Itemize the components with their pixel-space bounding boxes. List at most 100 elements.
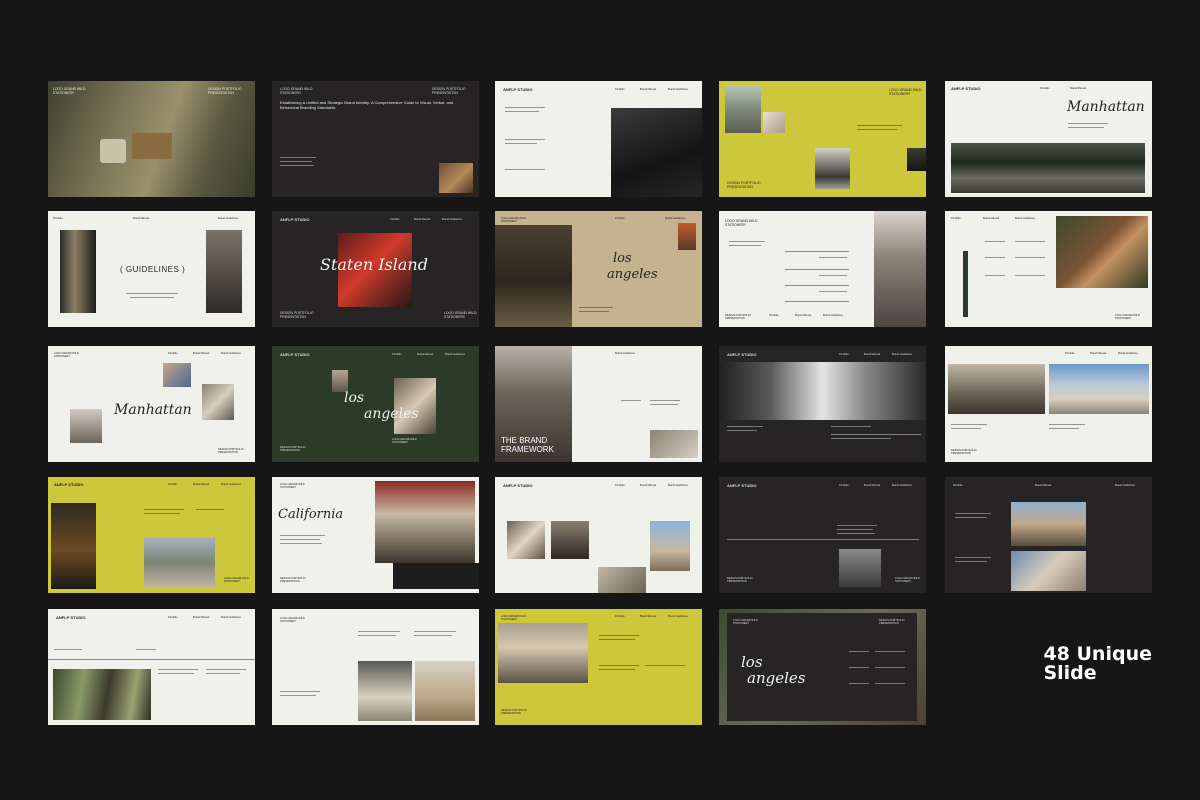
brand-top: LOGO GRAND WILD STATIONERY: [895, 577, 920, 583]
brand-top: LOGO GRAND WILD STATIONERY: [501, 217, 526, 223]
slide-22[interactable]: LOGO GRAND WILD STATIONERY: [272, 609, 479, 725]
nav-brand-guidelines[interactable]: Brand Guidelines: [221, 352, 241, 355]
nav-brand-manual[interactable]: Brand Manual: [864, 484, 880, 487]
nav-brand-manual[interactable]: Brand Manual: [193, 352, 209, 355]
slide-20[interactable]: Portfolio Brand Manual Brand Guidelines: [945, 477, 1152, 593]
food-photo: [439, 163, 473, 193]
portfolio-label: DESIGN PORTFOLIO PRESENTATION: [727, 181, 761, 189]
script-los: los: [613, 251, 632, 266]
nav-portfolio[interactable]: Portfolio: [1040, 87, 1050, 90]
slide-7[interactable]: ANFLP STUDIO Portfolio Brand Manual Bran…: [272, 211, 479, 327]
nav-portfolio[interactable]: Portfolio: [839, 353, 849, 356]
slide-5[interactable]: ANFLP STUDIO Portfolio Brand Manual Manh…: [945, 81, 1152, 197]
person-photo: [907, 148, 926, 171]
nav-brand-manual[interactable]: Brand Manual: [133, 217, 149, 220]
nav-brand-manual[interactable]: Brand Manual: [414, 218, 430, 221]
nav-portfolio[interactable]: Portfolio: [392, 353, 402, 356]
brand-top: LOGO GRAND WILD STATIONERY: [1115, 314, 1140, 320]
nav-portfolio[interactable]: Portfolio: [1065, 352, 1075, 355]
nav-brand-guidelines[interactable]: Brand Guidelines: [221, 616, 241, 619]
slide-16[interactable]: ANFLP STUDIO Portfolio Brand Manual Bran…: [48, 477, 255, 593]
slide-24[interactable]: LOGO GRAND WILD STATIONERY DESIGN PORTFO…: [719, 609, 926, 725]
building-photo: [70, 409, 102, 443]
nav-brand-manual[interactable]: Brand Manual: [864, 353, 880, 356]
nav-brand-guidelines[interactable]: Brand Guidelines: [892, 484, 912, 487]
nav-brand-manual[interactable]: Brand Manual: [640, 88, 656, 91]
fountain-photo: [375, 481, 475, 563]
slide-8[interactable]: LOGO GRAND WILD STATIONERY Portfolio Bra…: [495, 211, 702, 327]
slide-9[interactable]: LOGO GRAND WILD STATIONERY DESIGN PORTFO…: [719, 211, 926, 327]
nav-brand-manual[interactable]: Brand Manual: [983, 217, 999, 220]
nav-brand-manual[interactable]: Brand Manual: [193, 616, 209, 619]
nav-brand-manual[interactable]: Brand Manual: [193, 483, 209, 486]
nav-brand-manual[interactable]: Brand Manual: [640, 615, 656, 618]
slide-1[interactable]: LOGO GRAND WILD STATIONERY DESIGN PORTFO…: [48, 81, 255, 197]
brand-top: LOGO GRAND WILD STATIONERY: [54, 352, 79, 358]
nav-portfolio[interactable]: Portfolio: [769, 314, 779, 317]
nav-portfolio[interactable]: Portfolio: [615, 88, 625, 91]
slide-11[interactable]: LOGO GRAND WILD STATIONERY Portfolio Bra…: [48, 346, 255, 462]
nav-portfolio[interactable]: Portfolio: [615, 484, 625, 487]
nav-brand-guidelines[interactable]: Brand Guidelines: [615, 352, 635, 355]
nav-portfolio[interactable]: Portfolio: [951, 217, 961, 220]
script-los: los: [344, 390, 365, 406]
slide-14[interactable]: ANFLP STUDIO Portfolio Brand Manual Bran…: [719, 346, 926, 462]
nav-brand-manual[interactable]: Brand Manual: [1070, 87, 1086, 90]
nav-brand-manual[interactable]: Brand Manual: [1035, 484, 1051, 487]
nav-portfolio[interactable]: Portfolio: [953, 484, 963, 487]
nav-brand-guidelines[interactable]: Brand Guidelines: [668, 484, 688, 487]
nav-portfolio[interactable]: Portfolio: [168, 352, 178, 355]
nav-brand-manual[interactable]: Brand Manual: [1090, 352, 1106, 355]
nav-portfolio[interactable]: Portfolio: [168, 616, 178, 619]
nav-portfolio[interactable]: Portfolio: [53, 217, 63, 220]
brand-top: LOGO GRAND WILD STATIONERY: [725, 219, 758, 227]
nav-brand-guidelines[interactable]: Brand Guidelines: [445, 353, 465, 356]
nav-brand-guidelines[interactable]: Brand Guidelines: [668, 615, 688, 618]
gallery-photo: [358, 661, 412, 721]
portfolio-label: DESIGN PORTFOLIO PRESENTATION: [280, 446, 306, 452]
statue-photo: [1011, 551, 1086, 591]
statue-photo: [202, 384, 234, 420]
slide-17[interactable]: LOGO GRAND WILD STATIONERY California DE…: [272, 477, 479, 593]
nav-brand-manual[interactable]: Brand Manual: [417, 353, 433, 356]
statue-photo: [507, 521, 545, 559]
nav-portfolio[interactable]: Portfolio: [390, 218, 400, 221]
slide-2[interactable]: LOGO GRAND WILD STATIONERY DESIGN PORTFO…: [272, 81, 479, 197]
nav-brand-manual[interactable]: Brand Manual: [640, 484, 656, 487]
tower-photo: [650, 521, 690, 571]
slide-10[interactable]: Portfolio Brand Manual Brand Guidelines …: [945, 211, 1152, 327]
nav-portfolio[interactable]: Portfolio: [168, 483, 178, 486]
nav-brand-guidelines[interactable]: Brand Guidelines: [1015, 217, 1035, 220]
portfolio-label: DESIGN PORTFOLIO PRESENTATION: [208, 87, 242, 95]
nav-brand-guidelines[interactable]: Brand Guidelines: [892, 353, 912, 356]
nav-brand-guidelines[interactable]: Brand Guidelines: [221, 483, 241, 486]
nav-portfolio[interactable]: Portfolio: [839, 484, 849, 487]
nav-brand-guidelines[interactable]: Brand Guidelines: [668, 88, 688, 91]
slide-23[interactable]: LOGO GRAND WILD STATIONERY Portfolio Bra…: [495, 609, 702, 725]
nav-brand-guidelines[interactable]: Brand Guidelines: [1118, 352, 1138, 355]
slide-15[interactable]: Portfolio Brand Manual Brand Guidelines …: [945, 346, 1152, 462]
facade-photo: [874, 211, 926, 327]
building-photo: [948, 364, 1045, 414]
cafe-photo: [1056, 216, 1148, 288]
slide-6[interactable]: Portfolio Brand Manual Brand Guidelines …: [48, 211, 255, 327]
slide-18[interactable]: ANFLP STUDIO Portfolio Brand Manual Bran…: [495, 477, 702, 593]
script-manhattan: Manhattan: [1067, 99, 1145, 115]
nav-portfolio[interactable]: Portfolio: [615, 217, 625, 220]
nav-brand-manual[interactable]: Brand Manual: [795, 314, 811, 317]
slide-19[interactable]: ANFLP STUDIO Portfolio Brand Manual Bran…: [719, 477, 926, 593]
building-photo: [415, 661, 475, 721]
nav-portfolio[interactable]: Portfolio: [615, 615, 625, 618]
portfolio-label: DESIGN PORTFOLIO PRESENTATION: [432, 87, 466, 95]
slide-12[interactable]: ANFLP STUDIO Portfolio Brand Manual Bran…: [272, 346, 479, 462]
slide-4[interactable]: LOGO GRAND WILD STATIONERY DESIGN PORTFO…: [719, 81, 926, 197]
nav-brand-guidelines[interactable]: Brand Guidelines: [218, 217, 238, 220]
slide-21[interactable]: ANFLP STUDIO Portfolio Brand Manual Bran…: [48, 609, 255, 725]
nav-brand-guidelines[interactable]: Brand Guidelines: [665, 217, 685, 220]
nav-brand-guidelines[interactable]: Brand Guidelines: [1115, 484, 1135, 487]
slide-3[interactable]: ANFLP STUDIO Portfolio Brand Manual Bran…: [495, 81, 702, 197]
guidelines-title: ( GUIDELINES ): [120, 265, 186, 274]
slide-13[interactable]: THE BRAND FRAMEWORK Brand Guidelines: [495, 346, 702, 462]
nav-brand-guidelines[interactable]: Brand Guidelines: [442, 218, 462, 221]
nav-brand-guidelines[interactable]: Brand Guidelines: [823, 314, 843, 317]
